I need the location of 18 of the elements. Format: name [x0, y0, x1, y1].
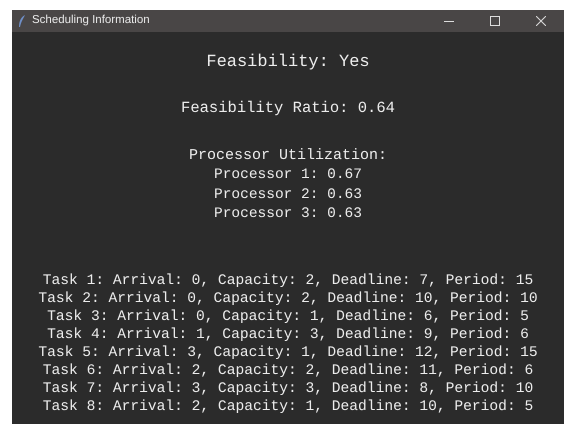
task-info-text: Task 6: Arrival: 2, Capacity: 2, Deadline: 11, Period: 6	[42, 362, 534, 380]
close-icon	[536, 16, 546, 26]
window-title: Scheduling Information	[32, 13, 150, 28]
task-info-text: Task 4: Arrival: 1, Capacity: 3, Deadline: 9, Period: 6	[47, 326, 529, 344]
task-info-text: Task 2: Arrival: 0, Capacity: 2, Deadline: 10, Period: 10	[38, 290, 538, 308]
utilization-heading: Processor Utilization:	[188, 146, 388, 166]
ratio-text: Feasibility Ratio: 0.64	[181, 98, 395, 118]
task-info-text: Task 7: Arrival: 3, Capacity: 3, Deadline: 8, Period: 10	[42, 380, 534, 398]
task-info-text: Task 8: Arrival: 2, Capacity: 1, Deadline: 10, Period: 5	[42, 398, 534, 416]
processor-utilization-text: Processor 2: 0.63	[214, 186, 362, 204]
processor-utilization-text: Processor 3: 0.63	[214, 205, 362, 224]
feasibility-text: Feasibility: Yes	[206, 52, 370, 74]
task-info-text: Task 3: Arrival: 0, Capacity: 1, Deadline: 6, Period: 5	[47, 308, 529, 326]
task-info-text: Task 5: Arrival: 3, Capacity: 1, Deadline: 12, Period: 15	[38, 344, 538, 362]
processor-utilization-text: Processor 1: 0.67	[214, 166, 362, 185]
maximize-icon	[490, 16, 500, 26]
task-info-text: Task 1: Arrival: 0, Capacity: 2, Deadline: 7, Period: 15	[42, 272, 534, 290]
feather-icon	[18, 14, 26, 28]
